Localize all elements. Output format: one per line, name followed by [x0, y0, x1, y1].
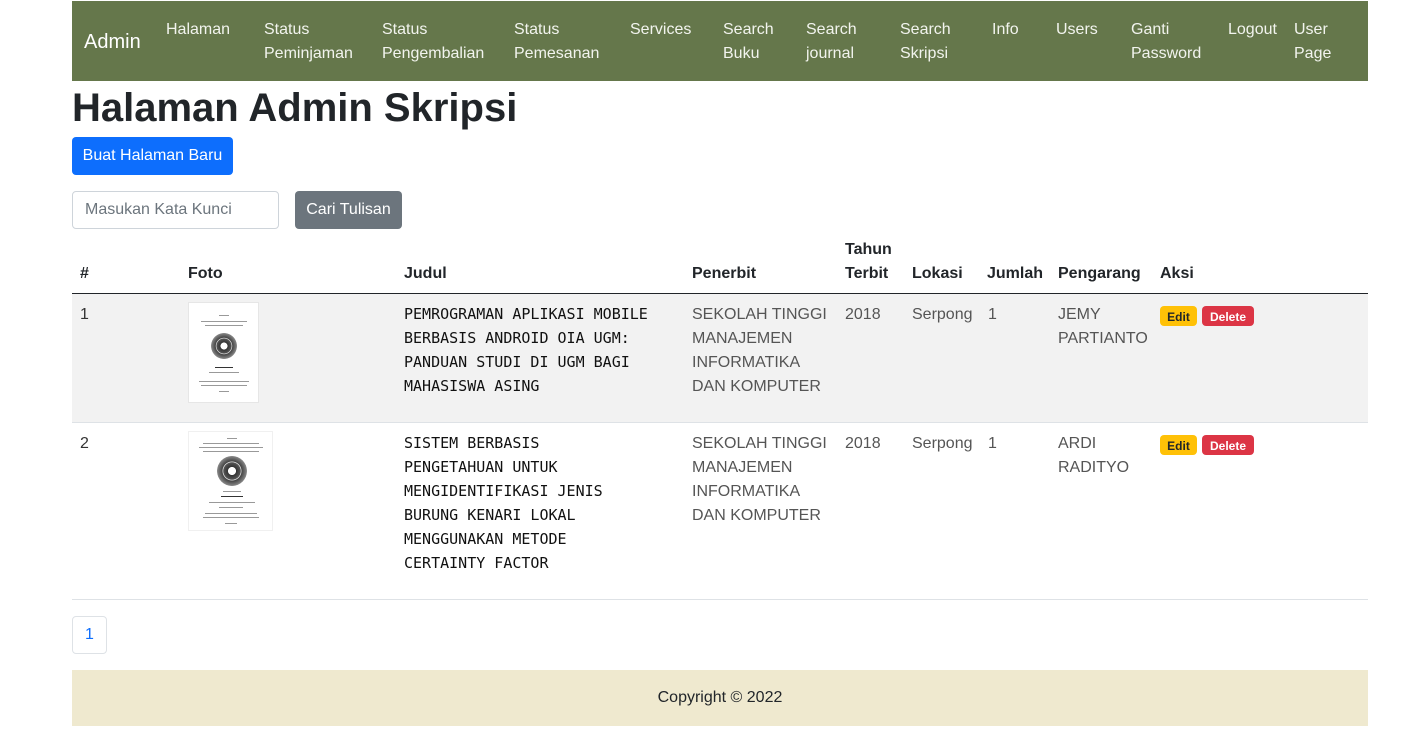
search-input[interactable]: [72, 191, 279, 229]
th-judul: Judul: [404, 265, 447, 282]
th-lokasi: Lokasi: [912, 265, 963, 282]
footer: Copyright © 2022: [72, 670, 1368, 726]
nav-item-halaman[interactable]: Halaman: [166, 18, 230, 42]
cover-thumbnail: [188, 431, 273, 531]
th-aksi: Aksi: [1160, 265, 1194, 282]
pagination-page-1[interactable]: 1: [72, 616, 107, 654]
row-tahun: 2018: [845, 435, 881, 452]
nav-item-search-buku[interactable]: Search Buku: [723, 18, 774, 66]
nav-item-status-pemesanan[interactable]: Status Pemesanan: [514, 18, 599, 66]
nav-item-status-peminjaman[interactable]: Status Peminjaman: [264, 18, 353, 66]
th-tahun-terbit: Tahun Terbit: [845, 241, 892, 282]
row-pengarang: ARDI RADITYO: [1058, 435, 1130, 476]
edit-button[interactable]: Edit: [1160, 306, 1197, 326]
row-penerbit: SEKOLAH TINGGI MANAJEMEN INFORMATIKA DAN…: [692, 435, 827, 524]
row-penerbit: SEKOLAH TINGGI MANAJEMEN INFORMATIKA DAN…: [692, 306, 827, 395]
table-row: 1 PEMROGRAMAN APLIKASI MOBILE BERBASIS A…: [72, 294, 1368, 423]
edit-button[interactable]: Edit: [1160, 435, 1197, 455]
th-penerbit: Penerbit: [692, 265, 757, 282]
footer-copyright: Copyright © 2022: [657, 689, 783, 706]
search-button[interactable]: Cari Tulisan: [295, 191, 402, 229]
delete-button[interactable]: Delete: [1202, 306, 1254, 326]
nav-item-info[interactable]: Info: [992, 18, 1019, 42]
nav-item-services[interactable]: Services: [630, 18, 691, 42]
table-row: 2 SISTEM BERBASIS PENGETAHUAN UNTUK MENG…: [72, 423, 1368, 600]
nav-item-status-pengembalian[interactable]: Status Pengembalian: [382, 18, 484, 66]
row-judul: SISTEM BERBASIS PENGETAHUAN UNTUK MENGID…: [404, 434, 603, 572]
nav-item-search-journal[interactable]: Search journal: [806, 18, 857, 66]
navbar-brand[interactable]: Admin: [84, 30, 141, 54]
row-lokasi: Serpong: [912, 435, 973, 452]
row-jumlah: 1: [988, 306, 997, 323]
row-number: 1: [80, 306, 89, 323]
page-title: Halaman Admin Skripsi: [72, 86, 518, 130]
new-page-button[interactable]: Buat Halaman Baru: [72, 137, 233, 175]
row-pengarang: JEMY PARTIANTO: [1058, 306, 1148, 347]
top-navbar: Admin Halaman Status Peminjaman Status P…: [72, 1, 1368, 81]
delete-button[interactable]: Delete: [1202, 435, 1254, 455]
nav-item-ganti-password[interactable]: Ganti Password: [1131, 18, 1201, 66]
row-judul: PEMROGRAMAN APLIKASI MOBILE BERBASIS AND…: [404, 305, 648, 395]
th-jumlah: Jumlah: [987, 265, 1044, 282]
nav-item-user-page[interactable]: User Page: [1294, 18, 1331, 66]
row-number: 2: [80, 435, 89, 452]
nav-item-search-skripsi[interactable]: Search Skripsi: [900, 18, 951, 66]
th-pengarang: Pengarang: [1058, 265, 1141, 282]
row-lokasi: Serpong: [912, 306, 973, 323]
nav-item-logout[interactable]: Logout: [1228, 18, 1277, 42]
th-number: #: [80, 265, 89, 282]
cover-thumbnail: [188, 302, 259, 403]
th-foto: Foto: [188, 265, 223, 282]
row-jumlah: 1: [988, 435, 997, 452]
nav-item-users[interactable]: Users: [1056, 18, 1098, 42]
row-tahun: 2018: [845, 306, 881, 323]
